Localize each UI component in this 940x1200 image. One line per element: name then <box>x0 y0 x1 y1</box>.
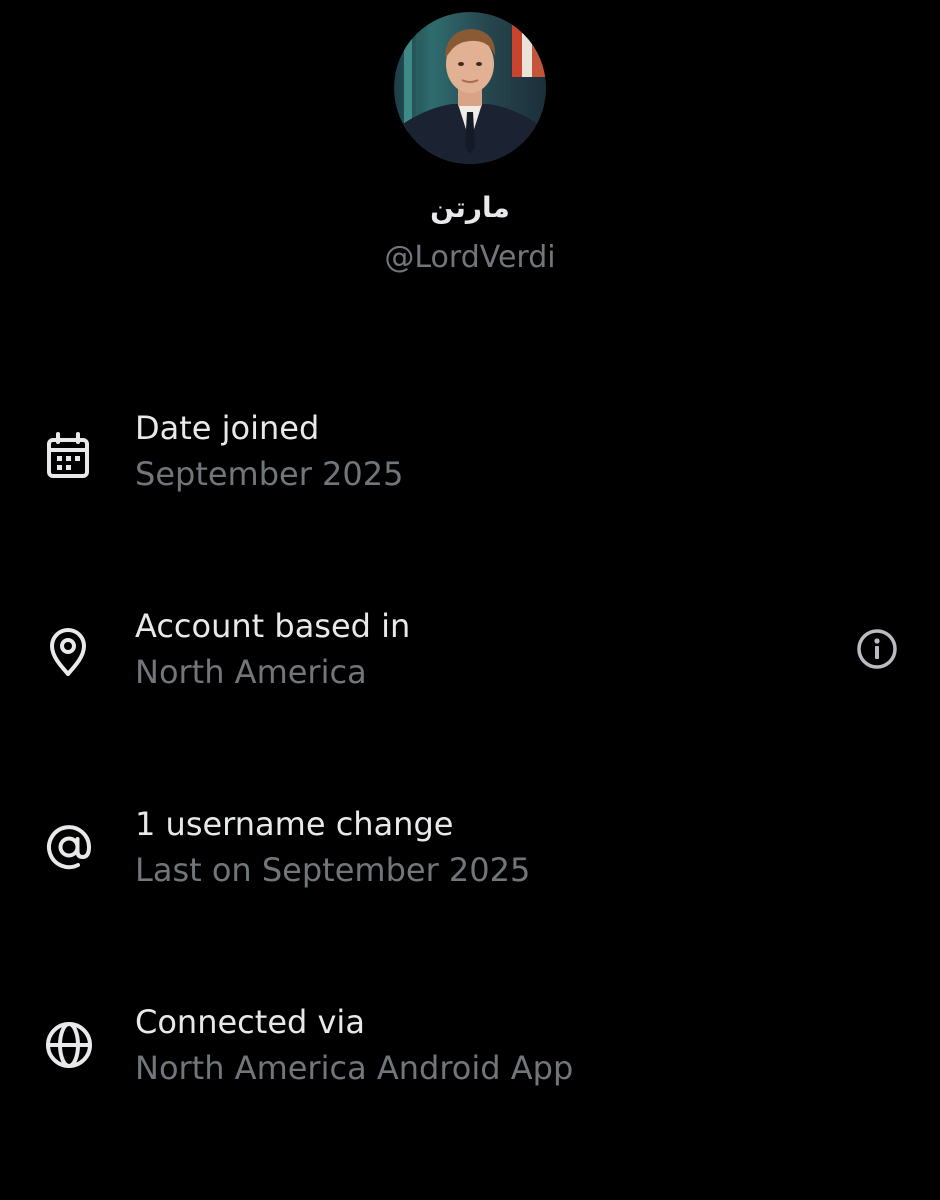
avatar-portrait <box>394 12 546 164</box>
username-change-row: 1 username change Last on September 2025 <box>0 802 940 912</box>
globe-icon <box>40 1016 98 1074</box>
account-location-row: Account based in North America <box>0 604 940 714</box>
account-location-value: North America <box>135 653 367 691</box>
calendar-icon <box>40 430 98 488</box>
date-joined-value: September 2025 <box>135 455 404 493</box>
account-location-label: Account based in <box>135 607 411 645</box>
info-icon[interactable] <box>850 622 904 676</box>
location-pin-icon <box>40 624 98 682</box>
at-sign-icon <box>40 818 98 876</box>
username-change-value: Last on September 2025 <box>135 851 531 889</box>
date-joined-row: Date joined September 2025 <box>0 406 940 516</box>
connected-via-label: Connected via <box>135 1003 365 1041</box>
avatar[interactable] <box>394 12 546 164</box>
profile-header: مارتن @LordVerdi <box>0 0 940 300</box>
connected-via-value: North America Android App <box>135 1049 574 1087</box>
date-joined-label: Date joined <box>135 409 320 447</box>
connected-via-row: Connected via North America Android App <box>0 1000 940 1110</box>
username-handle: @LordVerdi <box>384 240 556 275</box>
display-name: مارتن <box>430 191 510 224</box>
username-change-label: 1 username change <box>135 805 454 843</box>
